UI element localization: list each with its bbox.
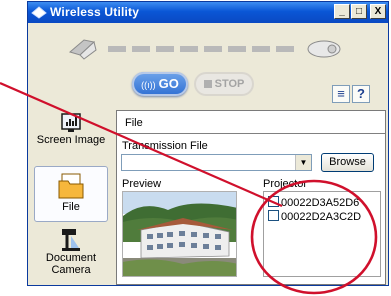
projector-list: 00022D3A52D6 00022D2A3C2D bbox=[263, 191, 381, 277]
projector-label: Projector bbox=[263, 178, 308, 190]
wireless-signal-icon: ((ı)) bbox=[141, 80, 156, 90]
projector-checkbox[interactable] bbox=[268, 196, 279, 207]
projector-id: 00022D2A3C2D bbox=[281, 211, 362, 223]
browse-button[interactable]: Browse bbox=[321, 153, 374, 172]
sidebar-item-label: Document bbox=[45, 252, 97, 264]
title-bar[interactable]: Wireless Utility _ □ X bbox=[28, 2, 388, 23]
close-button[interactable]: X bbox=[370, 4, 386, 19]
panel-title: File bbox=[125, 117, 143, 129]
sidebar-item-file[interactable]: File bbox=[34, 166, 108, 222]
connection-status-graphic bbox=[68, 39, 341, 60]
transmission-file-select[interactable]: ▼ bbox=[121, 154, 312, 171]
projector-list-item[interactable]: 00022D2A3C2D bbox=[268, 210, 361, 223]
preview-label: Preview bbox=[122, 178, 162, 190]
go-label: GO bbox=[158, 76, 179, 91]
panel-divider bbox=[117, 133, 385, 134]
projector-id: 00022D3A52D6 bbox=[281, 197, 360, 209]
laptop-icon bbox=[68, 39, 97, 60]
sidebar-item-document-camera[interactable]: Document Camera bbox=[34, 226, 108, 282]
document-camera-icon bbox=[62, 229, 80, 251]
sidebar-item-label: File bbox=[62, 201, 80, 213]
stop-label: STOP bbox=[214, 78, 245, 90]
file-icon bbox=[58, 173, 84, 199]
app-icon bbox=[31, 6, 47, 19]
help-button[interactable]: ? bbox=[352, 85, 370, 103]
file-panel: File Transmission File ▼ Browse Preview … bbox=[116, 110, 386, 285]
stop-button[interactable]: STOP bbox=[194, 72, 254, 96]
wireless-utility-window: Wireless Utility _ □ X ((ı))GO STOP ≡ ? bbox=[27, 1, 389, 286]
sidebar-item-screen-image[interactable]: Screen Image bbox=[34, 112, 108, 166]
projector-list-button[interactable]: ≡ bbox=[332, 85, 350, 103]
projector-list-item[interactable]: 00022D3A52D6 bbox=[268, 196, 359, 209]
projector-icon bbox=[307, 40, 341, 58]
chevron-down-icon[interactable]: ▼ bbox=[295, 155, 311, 170]
minimize-button[interactable]: _ bbox=[334, 4, 350, 19]
projector-checkbox[interactable] bbox=[268, 210, 279, 221]
go-button[interactable]: ((ı)) GO bbox=[132, 72, 188, 96]
transmission-file-label: Transmission File bbox=[122, 140, 208, 152]
sidebar-item-label-line2: Camera bbox=[51, 264, 91, 276]
preview-image bbox=[122, 191, 237, 277]
screen-image-icon bbox=[61, 113, 81, 132]
sidebar-item-label: Screen Image bbox=[36, 134, 106, 146]
maximize-button[interactable]: □ bbox=[351, 4, 367, 19]
stop-square-icon bbox=[203, 80, 212, 88]
window-title: Wireless Utility bbox=[50, 5, 140, 19]
mode-sidebar: Screen Image File Document Camera bbox=[34, 112, 108, 282]
